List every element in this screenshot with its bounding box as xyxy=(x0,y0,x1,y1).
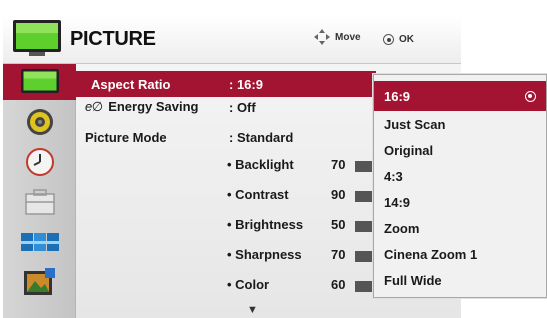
dropdown-option-full-wide[interactable]: Full Wide xyxy=(374,267,546,293)
picture-icon xyxy=(20,69,59,93)
sharpness-value: 70 xyxy=(331,247,346,262)
color-value: 60 xyxy=(331,277,346,292)
sidebar-item-input[interactable] xyxy=(3,224,76,260)
sharpness-label: • Sharpness xyxy=(227,247,302,262)
dropdown-option-cinema-zoom-1[interactable]: Cinena Zoom 1 xyxy=(374,241,546,267)
backlight-value: 70 xyxy=(331,157,346,172)
move-hint: Move xyxy=(314,29,361,45)
energy-saving-label: e∅ Energy Saving xyxy=(85,99,199,114)
brightness-value: 50 xyxy=(331,217,346,232)
dropdown-option-original[interactable]: Original xyxy=(374,137,546,163)
photo-media-icon xyxy=(23,268,55,295)
picture-mode-value: : Standard xyxy=(229,129,294,145)
color-slider[interactable] xyxy=(355,281,375,292)
input-screens-icon xyxy=(20,233,59,251)
color-label: • Color xyxy=(227,277,270,292)
dropdown-option-14-9[interactable]: 14:9 xyxy=(374,189,546,215)
contrast-slider[interactable] xyxy=(355,191,375,202)
ok-hint: OK xyxy=(383,34,414,45)
menu-header: PICTURE Move OK xyxy=(3,16,461,64)
dropdown-option-zoom[interactable]: Zoom xyxy=(374,215,546,241)
sharpness-slider[interactable] xyxy=(355,251,375,262)
contrast-label: • Contrast xyxy=(227,187,289,202)
aspect-ratio-row[interactable]: Aspect Ratio : 16:9 xyxy=(76,71,376,97)
eco-icon: e∅ xyxy=(85,99,103,114)
energy-saving-value: : Off xyxy=(229,99,256,115)
picture-mode-label: Picture Mode xyxy=(85,129,167,145)
brightness-slider[interactable] xyxy=(355,221,375,232)
sidebar-item-time[interactable] xyxy=(3,144,76,180)
aspect-ratio-dropdown: 16:9 Just Scan Original 4:3 14:9 Zoom Ci… xyxy=(373,74,547,298)
sidebar-item-option[interactable] xyxy=(3,184,76,220)
time-clock-icon xyxy=(25,148,54,176)
aspect-ratio-label: Aspect Ratio xyxy=(91,76,171,92)
osd-menu: PICTURE Move OK Aspect Ratio: 16:9 e∅ E… xyxy=(0,0,547,318)
sidebar-item-media[interactable] xyxy=(3,264,76,300)
move-hint-label: Move xyxy=(335,31,361,43)
dropdown-option-16-9[interactable]: 16:9 xyxy=(374,81,546,111)
backlight-label: • Backlight xyxy=(227,157,294,172)
contrast-value: 90 xyxy=(331,187,346,202)
dropdown-option-4-3[interactable]: 4:3 xyxy=(374,163,546,189)
scroll-down-arrow-icon[interactable]: ▼ xyxy=(247,304,258,316)
ok-hint-label: OK xyxy=(399,34,414,45)
category-sidebar xyxy=(3,64,76,318)
sidebar-item-audio[interactable] xyxy=(3,104,76,140)
brightness-label: • Brightness xyxy=(227,217,304,232)
dropdown-option-just-scan[interactable]: Just Scan xyxy=(374,111,546,137)
move-arrows-icon xyxy=(314,29,330,45)
selected-radio-icon xyxy=(525,91,536,102)
picture-tv-icon xyxy=(13,20,61,56)
ok-button-icon xyxy=(383,34,394,45)
option-toolbox-icon xyxy=(24,189,55,215)
backlight-slider[interactable] xyxy=(355,161,375,172)
sidebar-item-picture[interactable] xyxy=(3,64,76,100)
aspect-ratio-value: : 16:9 xyxy=(229,76,263,92)
page-title: PICTURE xyxy=(70,28,156,50)
audio-speaker-icon xyxy=(26,109,53,135)
